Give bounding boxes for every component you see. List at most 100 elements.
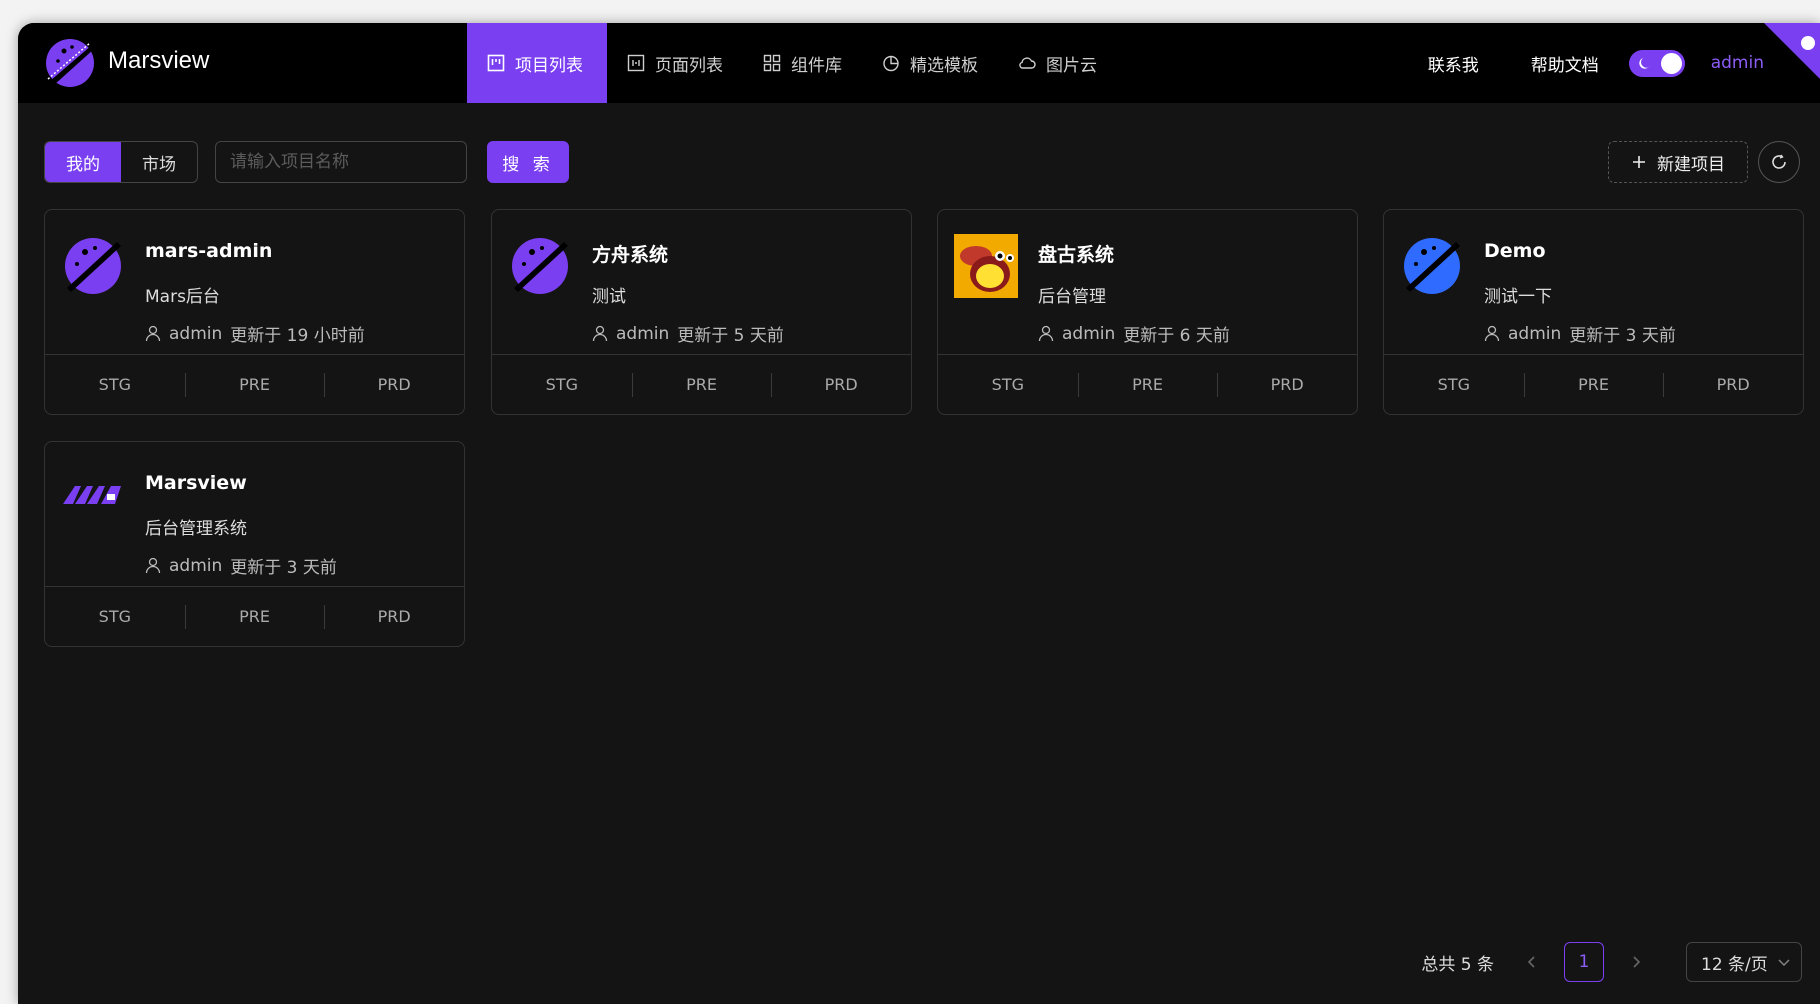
tab-mine[interactable]: 我的 xyxy=(45,142,121,182)
chevron-down-icon xyxy=(1778,959,1790,966)
contact-link[interactable]: 联系我 xyxy=(1428,51,1479,76)
refresh-button[interactable] xyxy=(1758,141,1800,183)
user-icon xyxy=(592,325,608,342)
nav-pages[interactable]: 页面列表 xyxy=(607,23,743,103)
project-search-input[interactable] xyxy=(215,141,467,183)
tab-market[interactable]: 市场 xyxy=(121,142,197,182)
nav-pages-label: 页面列表 xyxy=(655,55,723,76)
project-title[interactable]: 方舟系统 xyxy=(592,240,668,267)
env-pre[interactable]: PRE xyxy=(1077,355,1218,414)
project-meta: admin 更新于 5 天前 xyxy=(592,321,784,346)
project-card[interactable]: 盘古系统 后台管理 admin 更新于 6 天前 STG PRE PRD xyxy=(937,209,1358,415)
env-stg[interactable]: STG xyxy=(1384,355,1524,414)
project-owner: admin xyxy=(616,323,670,344)
project-updated: 更新于 6 天前 xyxy=(1123,326,1230,346)
env-prd[interactable]: PRD xyxy=(1217,355,1357,414)
env-bar: STG PRE PRD xyxy=(45,354,464,414)
cloud-icon xyxy=(1019,57,1036,69)
bee-icon xyxy=(954,234,1018,298)
nav-projects-label: 项目列表 xyxy=(515,55,583,76)
env-stg[interactable]: STG xyxy=(45,355,185,414)
nav-components-label: 组件库 xyxy=(791,55,842,76)
pie-icon xyxy=(883,55,899,72)
planet-purple-icon xyxy=(512,238,568,294)
env-prd[interactable]: PRD xyxy=(1663,355,1803,414)
project-updated: 更新于 3 天前 xyxy=(230,558,337,578)
toggle-knob xyxy=(1660,52,1682,74)
header-right: 联系我 帮助文档 admin xyxy=(1428,23,1820,103)
page-size-value: 12 条/页 xyxy=(1701,954,1768,975)
env-stg[interactable]: STG xyxy=(492,355,632,414)
user-menu[interactable]: admin xyxy=(1711,53,1764,73)
project-card[interactable]: Demo 测试一下 admin 更新于 3 天前 STG PRE PRD xyxy=(1383,209,1804,415)
total-count: 总共 5 条 xyxy=(1421,954,1494,975)
main-nav: 项目列表 页面列表 组件库 精选模板 图片云 xyxy=(467,23,1117,103)
project-title[interactable]: Marsview xyxy=(145,472,247,494)
project-updated: 更新于 3 天前 xyxy=(1569,326,1676,346)
project-title[interactable]: 盘古系统 xyxy=(1038,240,1114,267)
nav-projects[interactable]: 项目列表 xyxy=(467,23,607,103)
env-prd[interactable]: PRD xyxy=(771,355,911,414)
nav-images-label: 图片云 xyxy=(1046,55,1097,76)
page-icon xyxy=(627,54,645,72)
project-toolbar: 我的 市场 搜 索 新建项目 xyxy=(44,141,1800,183)
planet-blue-icon xyxy=(1404,238,1460,294)
search-button[interactable]: 搜 索 xyxy=(487,141,569,183)
project-meta: admin 更新于 19 小时前 xyxy=(145,321,365,346)
github-corner-icon[interactable] xyxy=(1764,23,1820,79)
project-owner: admin xyxy=(1062,323,1116,344)
project-owner: admin xyxy=(169,323,223,344)
project-updated: 更新于 19 小时前 xyxy=(230,326,365,346)
page-size-select[interactable]: 12 条/页 xyxy=(1686,942,1802,982)
refresh-icon xyxy=(1772,154,1786,169)
project-card[interactable]: mars-admin Mars后台 admin 更新于 19 小时前 STG P… xyxy=(44,209,465,415)
ownership-tabs: 我的 市场 xyxy=(44,141,198,183)
env-pre[interactable]: PRE xyxy=(631,355,772,414)
user-icon xyxy=(145,557,161,574)
project-title[interactable]: mars-admin xyxy=(145,240,272,262)
new-project-label: 新建项目 xyxy=(1657,154,1725,175)
docs-link[interactable]: 帮助文档 xyxy=(1531,51,1599,76)
nav-templates-label: 精选模板 xyxy=(910,55,978,76)
user-icon xyxy=(1484,325,1500,342)
nav-components[interactable]: 组件库 xyxy=(743,23,862,103)
env-bar: STG PRE PRD xyxy=(45,586,464,646)
env-bar: STG PRE PRD xyxy=(1384,354,1803,414)
env-pre[interactable]: PRE xyxy=(1523,355,1664,414)
env-pre[interactable]: PRE xyxy=(184,355,325,414)
env-bar: STG PRE PRD xyxy=(492,354,911,414)
nav-templates[interactable]: 精选模板 xyxy=(862,23,998,103)
project-owner: admin xyxy=(1508,323,1562,344)
prev-page-icon[interactable] xyxy=(1522,952,1542,972)
board-icon xyxy=(487,54,505,72)
user-icon xyxy=(145,325,161,342)
env-prd[interactable]: PRD xyxy=(324,355,464,414)
project-meta: admin 更新于 3 天前 xyxy=(145,553,337,578)
grid-icon xyxy=(763,54,781,72)
project-meta: admin 更新于 6 天前 xyxy=(1038,321,1230,346)
env-stg[interactable]: STG xyxy=(45,587,185,646)
top-header: Marsview 项目列表 页面列表 组件库 精选模板 图片云 联系我 帮助文档… xyxy=(18,23,1820,103)
project-desc: 测试一下 xyxy=(1484,287,1552,307)
marsview-logo-icon[interactable] xyxy=(42,35,98,91)
new-project-button[interactable]: 新建项目 xyxy=(1608,141,1748,183)
env-stg[interactable]: STG xyxy=(938,355,1078,414)
project-owner: admin xyxy=(169,555,223,576)
env-bar: STG PRE PRD xyxy=(938,354,1357,414)
marsview-m-icon xyxy=(63,486,121,504)
env-pre[interactable]: PRE xyxy=(184,587,325,646)
project-updated: 更新于 5 天前 xyxy=(677,326,784,346)
nav-images[interactable]: 图片云 xyxy=(998,23,1117,103)
next-page-icon[interactable] xyxy=(1626,952,1646,972)
pagination: 总共 5 条 1 12 条/页 xyxy=(1421,941,1802,983)
project-desc: 测试 xyxy=(592,287,626,307)
project-desc: 后台管理系统 xyxy=(145,519,247,539)
brand-name: Marsview xyxy=(108,47,210,74)
env-prd[interactable]: PRD xyxy=(324,587,464,646)
theme-toggle[interactable] xyxy=(1628,49,1685,77)
page-1[interactable]: 1 xyxy=(1564,942,1604,982)
app-window: Marsview 项目列表 页面列表 组件库 精选模板 图片云 联系我 帮助文档… xyxy=(18,23,1820,1004)
project-title[interactable]: Demo xyxy=(1484,240,1546,262)
project-card[interactable]: Marsview 后台管理系统 admin 更新于 3 天前 STG PRE P… xyxy=(44,441,465,647)
project-card[interactable]: 方舟系统 测试 admin 更新于 5 天前 STG PRE PRD xyxy=(491,209,912,415)
